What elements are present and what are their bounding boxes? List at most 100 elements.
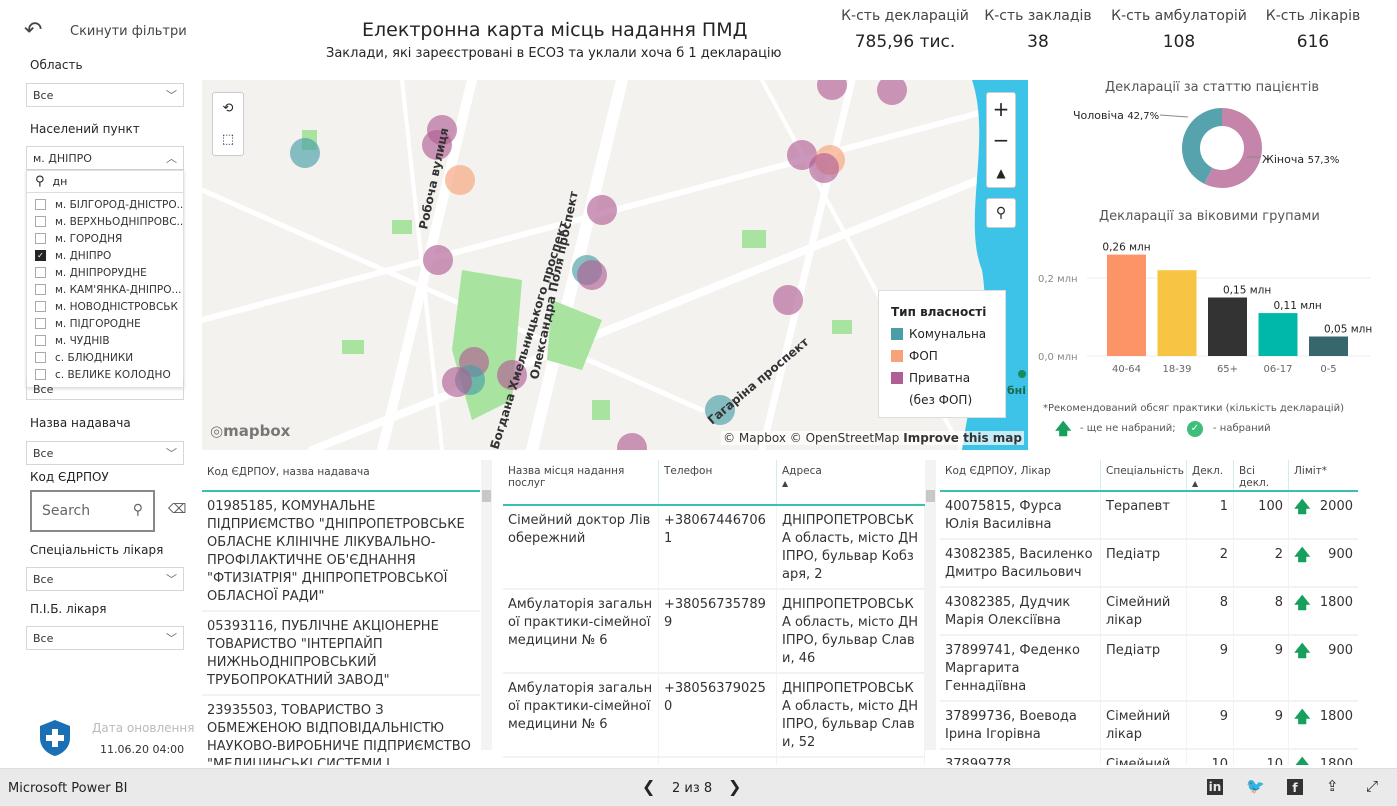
- checkbox[interactable]: [35, 216, 46, 227]
- compass-button[interactable]: ▲: [987, 157, 1015, 189]
- col-phone[interactable]: Телефон: [659, 460, 777, 504]
- reset-filters-button[interactable]: Скинути фільтри: [70, 24, 187, 39]
- data-label: 0,15 млн: [1223, 285, 1271, 297]
- table-row[interactable]: Амбулаторія+380667001309ДНІПРОПЕТРОВСЬК: [503, 758, 925, 765]
- table-row[interactable]: 37899778, Шинкаренко Ксенія Олександрівн…: [940, 750, 1358, 765]
- table-row[interactable]: Амбулаторія загальної практики-сімейної …: [503, 674, 925, 758]
- zoom-out-button[interactable]: −: [987, 125, 1015, 157]
- table-row[interactable]: 37899741, Феденко Маргарита Геннадіївна П…: [940, 636, 1358, 702]
- checkbox[interactable]: [35, 335, 46, 346]
- checkbox[interactable]: [35, 199, 46, 210]
- table-row[interactable]: 01985185, КОМУНАЛЬНЕ ПІДПРИЄМСТВО "ДНІПР…: [202, 492, 480, 612]
- facility-marker[interactable]: [877, 80, 907, 105]
- city-option[interactable]: м. КАМ'ЯНКА-ДНІПРО...: [27, 281, 183, 298]
- facility-marker[interactable]: [423, 245, 453, 275]
- legend-item[interactable]: ФОП: [891, 345, 993, 367]
- linkedin-icon[interactable]: in: [1207, 779, 1223, 795]
- hidden-dropdown[interactable]: Все: [26, 378, 184, 400]
- lasso-select-icon[interactable]: ⟲: [213, 93, 243, 125]
- improve-map-link[interactable]: Improve this map: [903, 431, 1022, 445]
- facility-marker[interactable]: [587, 195, 617, 225]
- table-row[interactable]: 37899736, Воевода Ірина Ігорівна Сімейний…: [940, 702, 1358, 750]
- rect-select-icon[interactable]: ⬚: [213, 125, 243, 157]
- shield-logo-icon: [40, 720, 70, 756]
- share-icon[interactable]: ⇪: [1326, 777, 1339, 795]
- table-row[interactable]: Амбулаторія загальної практики-сімейної …: [503, 590, 925, 674]
- legend-item[interactable]: Комунальна: [891, 323, 993, 345]
- arrow-up-icon: 🡅: [1294, 593, 1311, 612]
- facebook-icon[interactable]: f: [1287, 779, 1303, 795]
- facility-marker[interactable]: [290, 138, 320, 168]
- facility-marker[interactable]: [617, 433, 647, 450]
- prev-page-button[interactable]: ❮: [642, 777, 655, 796]
- checkbox[interactable]: [35, 301, 46, 312]
- scrollbar[interactable]: [481, 460, 492, 750]
- city-dropdown[interactable]: м. ДНІПРО ︿: [26, 146, 184, 170]
- col-address[interactable]: Адреса ▲: [777, 460, 925, 504]
- city-option[interactable]: м. НОВОДНІСТРОВСЬК: [27, 298, 183, 315]
- city-option[interactable]: м. ДНІПРОРУДНЕ: [27, 264, 183, 281]
- map-search-button[interactable]: ⚲: [986, 198, 1016, 228]
- fullscreen-icon[interactable]: ⤢: [1366, 777, 1378, 795]
- table-row[interactable]: 05393116, ПУБЛІЧНЕ АКЦІОНЕРНЕ ТОВАРИСТВО…: [202, 612, 480, 696]
- bar-65+[interactable]: [1208, 297, 1247, 357]
- facility-marker[interactable]: [445, 165, 475, 195]
- facility-marker[interactable]: [809, 153, 839, 183]
- facility-marker[interactable]: [773, 285, 803, 315]
- next-page-button[interactable]: ❯: [728, 777, 741, 796]
- specialty-dropdown[interactable]: Все ﹀: [26, 567, 184, 591]
- table-row[interactable]: 43082385, Василенко Дмитро Васильович Пед…: [940, 540, 1358, 588]
- checkbox[interactable]: [35, 267, 46, 278]
- checkbox[interactable]: [35, 318, 46, 329]
- option-label: м. НОВОДНІСТРОВСЬК: [55, 300, 178, 313]
- table-header[interactable]: Код ЄДРПОУ, назва надавача: [202, 460, 480, 492]
- powerbi-brand[interactable]: Microsoft Power BI: [8, 781, 127, 796]
- zoom-in-button[interactable]: +: [987, 93, 1015, 125]
- facility-marker[interactable]: [442, 367, 472, 397]
- facility-marker[interactable]: [817, 80, 847, 100]
- city-option[interactable]: м. ГОРОДНЯ: [27, 230, 183, 247]
- col-specialty[interactable]: Спеціальність: [1101, 460, 1187, 490]
- provider-dropdown[interactable]: Все ﹀: [26, 441, 184, 465]
- back-button[interactable]: ↶: [24, 18, 42, 43]
- city-search-input[interactable]: ⚲ дн: [27, 171, 183, 193]
- checkbox[interactable]: [35, 352, 46, 363]
- city-option[interactable]: с. БЛЮДНИКИ: [27, 349, 183, 366]
- map-attribution: © Mapbox © OpenStreetMap Improve this ma…: [721, 431, 1024, 445]
- city-option[interactable]: м. ЧУДНІВ: [27, 332, 183, 349]
- col-limit[interactable]: Ліміт*: [1289, 460, 1358, 490]
- doctor-label: П.І.Б. лікаря: [30, 602, 107, 616]
- checkbox[interactable]: [35, 233, 46, 244]
- scrollbar[interactable]: [925, 460, 936, 750]
- city-option[interactable]: ✓ м. ДНІПРО: [27, 247, 183, 264]
- bar-40-64[interactable]: [1107, 254, 1146, 356]
- checkbox[interactable]: [35, 284, 46, 295]
- edrpou-search-input[interactable]: Search ⚲: [30, 490, 155, 532]
- map[interactable]: Робоча вулиця Олександра Поля проспект Б…: [202, 80, 1028, 450]
- bar-0-5[interactable]: [1309, 336, 1348, 357]
- oblast-dropdown[interactable]: Все ﹀: [26, 83, 184, 107]
- bar-06-17[interactable]: [1258, 313, 1298, 356]
- checkbox[interactable]: ✓: [35, 250, 46, 261]
- city-option[interactable]: м. ВЕРХНЬОДНІПРОВС...: [27, 213, 183, 230]
- slice-label: Жіноча 57,3%: [1262, 153, 1339, 166]
- twitter-icon[interactable]: 🐦: [1246, 777, 1265, 795]
- doctor-dropdown[interactable]: Все ﹀: [26, 626, 184, 650]
- bar-18-39[interactable]: [1157, 270, 1197, 356]
- col-decl[interactable]: Декл. ▲: [1187, 460, 1234, 490]
- eraser-icon[interactable]: ⌫: [168, 502, 186, 517]
- legend-item[interactable]: Приватна (без ФОП): [891, 367, 993, 411]
- table-row[interactable]: 23935503, ТОВАРИСТВО З ОБМЕЖЕНОЮ ВІДПОВІ…: [202, 696, 480, 765]
- city-option[interactable]: м. БІЛГОРОД-ДНІСТРО...: [27, 196, 183, 213]
- col-all-decl[interactable]: Всі декл.: [1234, 460, 1289, 490]
- table-row[interactable]: Сімейний доктор Лівобережний +38067446706…: [503, 506, 925, 590]
- city-option[interactable]: м. ПІДГОРОДНЕ: [27, 315, 183, 332]
- table-row[interactable]: 43082385, Дудчик Марія Олексіївна Сімейни…: [940, 588, 1358, 636]
- option-label: м. БІЛГОРОД-ДНІСТРО...: [55, 198, 183, 211]
- table-row[interactable]: 40075815, Фурса Юлія Василівна Терапевт 1 1…: [940, 492, 1358, 540]
- facility-marker[interactable]: [577, 260, 607, 290]
- cell: ДНІПРОПЕТРОВСЬКА область, місто ДНІПРО, …: [777, 590, 925, 672]
- col-doctor[interactable]: Код ЄДРПОУ, Лікар: [940, 460, 1101, 490]
- col-name[interactable]: Назва місця надання послуг: [503, 460, 659, 504]
- check-circle-icon: ✓: [1187, 421, 1203, 437]
